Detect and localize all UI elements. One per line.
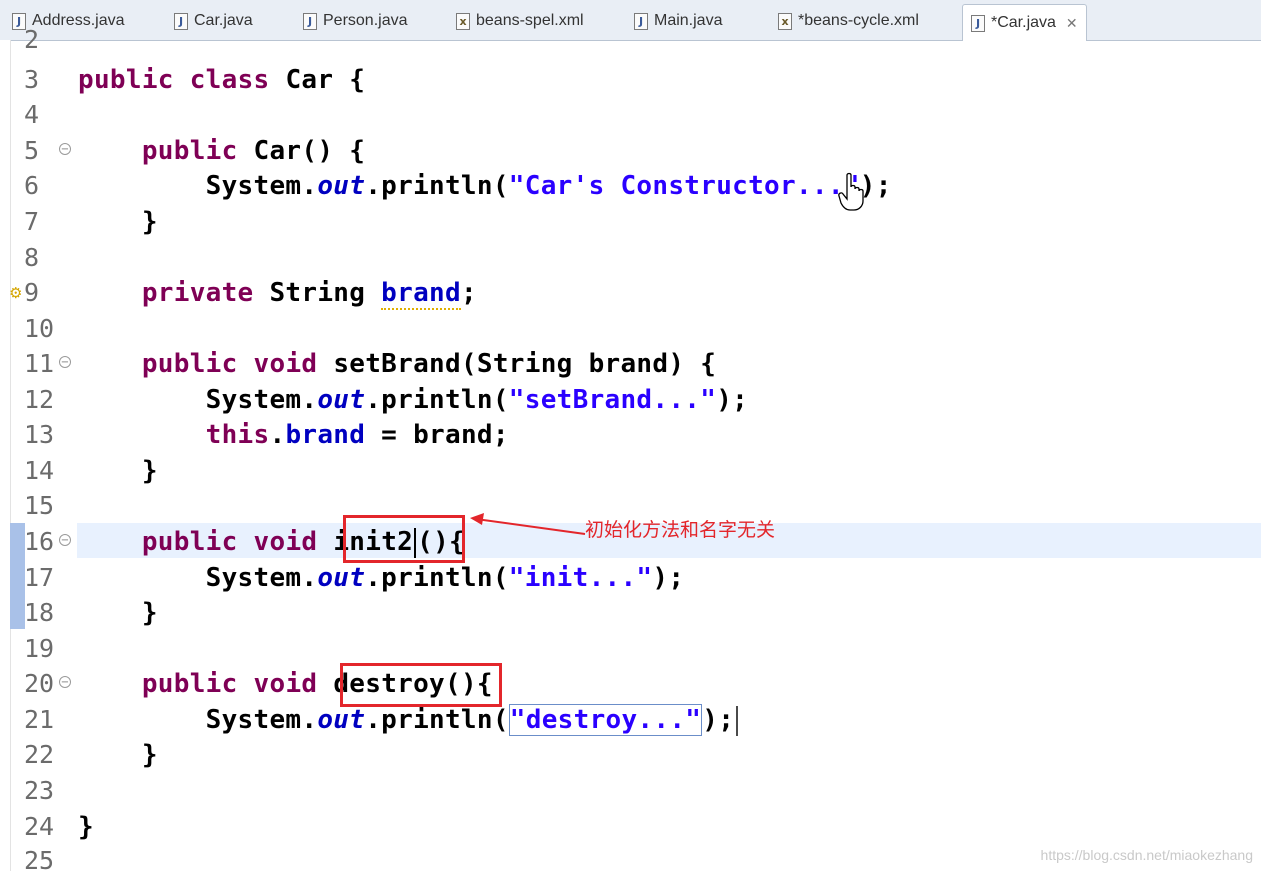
code-text[interactable]: System.out.println("Car's Constructor...… bbox=[78, 168, 892, 204]
code-line[interactable]: 14 } bbox=[0, 453, 1261, 489]
code-line[interactable]: 7 } bbox=[0, 204, 1261, 240]
code-line[interactable]: 19 bbox=[0, 631, 1261, 667]
hand-cursor-icon bbox=[838, 172, 864, 211]
line-number: 8 bbox=[24, 243, 40, 272]
code-text[interactable]: private String brand; bbox=[78, 275, 477, 311]
destroy-highlight-box bbox=[340, 663, 502, 707]
line-number: 12 bbox=[24, 385, 55, 414]
code-text[interactable]: System.out.println("destroy..."); bbox=[78, 702, 739, 738]
line-number: 3 bbox=[24, 65, 40, 94]
code-line[interactable]: 18 } bbox=[0, 595, 1261, 631]
code-line[interactable]: 20 − public void destroy(){ bbox=[0, 666, 1261, 702]
warning-lightbulb-icon[interactable]: ⚙ bbox=[9, 284, 22, 302]
code-text[interactable]: public Car() { bbox=[78, 133, 365, 169]
init2-highlight-box bbox=[343, 515, 465, 563]
line-number: 24 bbox=[24, 812, 55, 841]
code-line[interactable]: 5 − public Car() { bbox=[0, 133, 1261, 169]
line-number: 2 bbox=[24, 25, 40, 54]
code-text[interactable]: } bbox=[78, 453, 158, 489]
watermark: https://blog.csdn.net/miaokezhang bbox=[1040, 847, 1253, 863]
annotation-text: 初始化方法和名字无关 bbox=[585, 519, 776, 541]
line-number: 14 bbox=[24, 456, 55, 485]
fold-collapse-icon[interactable]: − bbox=[59, 356, 71, 368]
code-line[interactable]: 21 System.out.println("destroy..."); bbox=[0, 702, 1261, 738]
fold-collapse-icon[interactable]: − bbox=[59, 143, 71, 155]
line-number: 18 bbox=[24, 598, 55, 627]
code-text[interactable]: } bbox=[78, 595, 158, 631]
code-line: 2 bbox=[0, 25, 1261, 61]
fold-collapse-icon[interactable]: − bbox=[59, 676, 71, 688]
line-number: 7 bbox=[24, 207, 40, 236]
code-line[interactable]: 8 bbox=[0, 240, 1261, 276]
line-number: 19 bbox=[24, 634, 55, 663]
line-number: 17 bbox=[24, 563, 55, 592]
code-text[interactable]: System.out.println("init..."); bbox=[78, 560, 684, 596]
line-number: 13 bbox=[24, 420, 55, 449]
line-number: 4 bbox=[24, 100, 40, 129]
code-line[interactable]: 10 bbox=[0, 311, 1261, 347]
code-line[interactable]: 13 this.brand = brand; bbox=[0, 417, 1261, 453]
code-line[interactable]: 12 System.out.println("setBrand..."); bbox=[0, 382, 1261, 418]
code-line[interactable]: 11 − public void setBrand(String brand) … bbox=[0, 346, 1261, 382]
line-number: 10 bbox=[24, 314, 55, 343]
code-line[interactable]: 23 bbox=[0, 773, 1261, 809]
code-line[interactable]: 22 } bbox=[0, 737, 1261, 773]
code-text[interactable]: System.out.println("setBrand..."); bbox=[78, 382, 748, 418]
code-text[interactable]: public void setBrand(String brand) { bbox=[78, 346, 716, 382]
line-number: 22 bbox=[24, 740, 55, 769]
code-text[interactable]: this.brand = brand; bbox=[78, 417, 509, 453]
code-line[interactable]: 6 System.out.println("Car's Constructor.… bbox=[0, 168, 1261, 204]
line-number: 23 bbox=[24, 776, 55, 805]
fold-collapse-icon[interactable]: − bbox=[59, 534, 71, 546]
code-line[interactable]: 24 } bbox=[0, 809, 1261, 845]
line-number: 15 bbox=[24, 491, 55, 520]
code-text[interactable]: } bbox=[78, 737, 158, 773]
annotation-arrow-icon bbox=[470, 513, 586, 535]
code-text[interactable]: public class Car { bbox=[78, 62, 365, 98]
code-text[interactable]: } bbox=[78, 204, 158, 240]
code-line[interactable]: 4 bbox=[0, 97, 1261, 133]
code-line[interactable]: 3 public class Car { bbox=[0, 62, 1261, 98]
text-caret bbox=[736, 705, 739, 736]
code-line[interactable]: 17 System.out.println("init..."); bbox=[0, 560, 1261, 596]
code-line[interactable]: ⚙ 9 private String brand; bbox=[0, 275, 1261, 311]
line-number: 6 bbox=[24, 171, 40, 200]
code-text[interactable]: } bbox=[78, 809, 94, 845]
line-number: 9 bbox=[24, 278, 40, 307]
line-number: 21 bbox=[24, 705, 55, 734]
